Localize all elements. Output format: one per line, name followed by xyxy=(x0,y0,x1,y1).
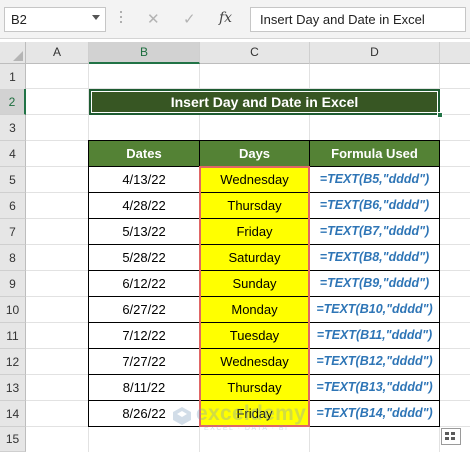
date-cell[interactable]: 8/11/22 xyxy=(89,375,200,401)
row-header-3[interactable]: 3 xyxy=(0,115,26,141)
column-header-c[interactable]: C xyxy=(200,42,310,64)
row-header-15[interactable]: 15 xyxy=(0,427,26,452)
formula-cell[interactable]: =TEXT(B14,"dddd") xyxy=(310,401,440,427)
row-header-2[interactable]: 2 xyxy=(0,89,26,115)
formula-cell[interactable]: =TEXT(B5,"dddd") xyxy=(310,167,440,193)
day-cell[interactable]: Tuesday xyxy=(200,323,310,349)
column-header-a[interactable]: A xyxy=(26,42,89,64)
formula-bar: B2 ✕ ✓ fx Insert Day and Date in Excel xyxy=(0,0,470,39)
day-cell[interactable]: Friday xyxy=(200,401,310,427)
date-cell[interactable]: 7/27/22 xyxy=(89,349,200,375)
day-cell[interactable]: Saturday xyxy=(200,245,310,271)
formula-cell[interactable]: =TEXT(B8,"dddd") xyxy=(310,245,440,271)
row-header-11[interactable]: 11 xyxy=(0,323,26,349)
day-cell[interactable]: Thursday xyxy=(200,193,310,219)
select-all-button[interactable] xyxy=(0,42,26,64)
row-header-6[interactable]: 6 xyxy=(0,193,26,219)
formula-cell[interactable]: =TEXT(B12,"dddd") xyxy=(310,349,440,375)
date-cell[interactable]: 5/13/22 xyxy=(89,219,200,245)
day-cell[interactable]: Wednesday xyxy=(200,349,310,375)
column-header-b[interactable]: B xyxy=(89,42,200,64)
row-header-4[interactable]: 4 xyxy=(0,141,26,167)
date-cell[interactable]: 6/27/22 xyxy=(89,297,200,323)
date-cell[interactable]: 4/13/22 xyxy=(89,167,200,193)
formula-cell[interactable]: =TEXT(B6,"dddd") xyxy=(310,193,440,219)
date-cell[interactable]: 4/28/22 xyxy=(89,193,200,219)
quick-analysis-icon[interactable] xyxy=(441,428,461,445)
row-header-12[interactable]: 12 xyxy=(0,349,26,375)
formula-cell[interactable]: =TEXT(B7,"dddd") xyxy=(310,219,440,245)
row-header-10[interactable]: 10 xyxy=(0,297,26,323)
formula-input[interactable]: Insert Day and Date in Excel xyxy=(250,7,466,32)
insert-function-icon[interactable]: fx xyxy=(219,10,232,26)
column-header-d[interactable]: D xyxy=(310,42,440,64)
date-cell[interactable]: 6/12/22 xyxy=(89,271,200,297)
enter-icon[interactable]: ✓ xyxy=(183,10,196,28)
row-header-5[interactable]: 5 xyxy=(0,167,26,193)
fill-handle[interactable] xyxy=(437,112,443,118)
row-header-7[interactable]: 7 xyxy=(0,219,26,245)
table-header-cell[interactable]: Dates xyxy=(89,141,200,167)
row-header-13[interactable]: 13 xyxy=(0,375,26,401)
chevron-down-icon[interactable] xyxy=(92,15,100,20)
column-header-e[interactable] xyxy=(440,42,470,64)
date-cell[interactable]: 7/12/22 xyxy=(89,323,200,349)
table-header-cell[interactable]: Days xyxy=(200,141,310,167)
date-cell[interactable]: 8/26/22 xyxy=(89,401,200,427)
name-box[interactable]: B2 xyxy=(4,7,106,32)
row-header-8[interactable]: 8 xyxy=(0,245,26,271)
formula-cell[interactable]: =TEXT(B10,"dddd") xyxy=(310,297,440,323)
day-cell[interactable]: Friday xyxy=(200,219,310,245)
row-header-14[interactable]: 14 xyxy=(0,401,26,427)
day-cell[interactable]: Wednesday xyxy=(200,167,310,193)
row-header-1[interactable]: 1 xyxy=(0,64,26,90)
formula-cell[interactable]: =TEXT(B9,"dddd") xyxy=(310,271,440,297)
name-box-value: B2 xyxy=(11,12,27,27)
date-cell[interactable]: 5/28/22 xyxy=(89,245,200,271)
drag-handle-icon[interactable] xyxy=(120,11,123,29)
row-header-9[interactable]: 9 xyxy=(0,271,26,297)
formula-cell[interactable]: =TEXT(B11,"dddd") xyxy=(310,323,440,349)
day-cell[interactable]: Thursday xyxy=(200,375,310,401)
title-cell[interactable]: Insert Day and Date in Excel xyxy=(89,89,440,115)
table-header-cell[interactable]: Formula Used xyxy=(310,141,440,167)
cancel-icon[interactable]: ✕ xyxy=(147,10,160,28)
day-cell[interactable]: Sunday xyxy=(200,271,310,297)
formula-cell[interactable]: =TEXT(B13,"dddd") xyxy=(310,375,440,401)
day-cell[interactable]: Monday xyxy=(200,297,310,323)
